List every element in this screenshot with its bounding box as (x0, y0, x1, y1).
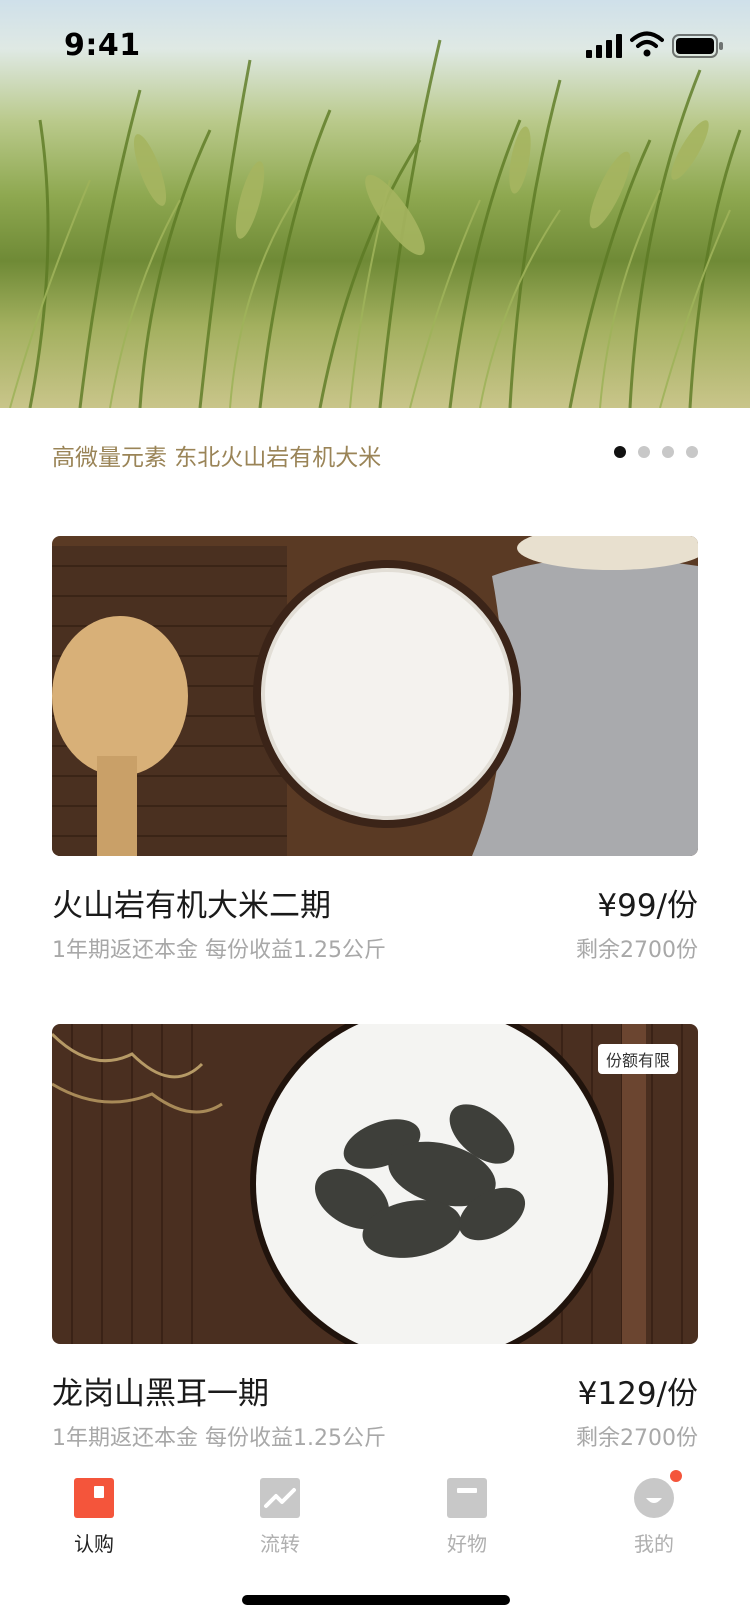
pagination-dot-1[interactable] (614, 446, 626, 458)
tab-goods[interactable]: 好物 (407, 1460, 527, 1570)
profile-icon (634, 1478, 674, 1518)
wifi-icon (630, 31, 664, 57)
product-subtitle: 1年期返还本金 每份收益1.25公斤 (52, 938, 386, 963)
pagination-dot-4[interactable] (686, 446, 698, 458)
goods-icon (447, 1478, 487, 1518)
pagination-dot-2[interactable] (638, 446, 650, 458)
home-indicator[interactable] (242, 1595, 510, 1605)
product-image-black-fungus[interactable]: 份额有限 (52, 1024, 698, 1344)
banner-caption[interactable]: 高微量元素 东北火山岩有机大米 (52, 438, 381, 472)
tab-subscribe[interactable]: 认购 (34, 1460, 154, 1570)
product-remaining: 剩余2700份 (576, 938, 698, 963)
product-price: ¥129/份 (577, 1376, 698, 1412)
tab-profile[interactable]: 我的 (594, 1460, 714, 1570)
product-title[interactable]: 龙岗山黑耳一期 (52, 1368, 269, 1413)
trend-icon (260, 1478, 300, 1518)
cellular-signal-icon (586, 34, 622, 58)
rice-bowl-illustration (52, 536, 698, 856)
product-price: ¥99/份 (597, 888, 698, 924)
product-image-rice[interactable] (52, 536, 698, 856)
banner-pagination[interactable] (614, 446, 704, 458)
tab-label: 认购 (74, 1532, 114, 1556)
product-remaining: 剩余2700份 (576, 1426, 698, 1451)
subscribe-icon (74, 1478, 114, 1518)
product-title[interactable]: 火山岩有机大米二期 (52, 880, 331, 925)
status-bar: 9:41 (0, 0, 750, 88)
tab-label: 好物 (447, 1532, 487, 1556)
tab-label: 流转 (260, 1532, 300, 1556)
notification-badge (670, 1470, 682, 1482)
limited-quota-badge: 份额有限 (597, 1044, 678, 1074)
tab-trend[interactable]: 流转 (220, 1460, 340, 1570)
product-subtitle: 1年期返还本金 每份收益1.25公斤 (52, 1426, 386, 1451)
pagination-dot-3[interactable] (662, 446, 674, 458)
tab-label: 我的 (634, 1532, 674, 1556)
status-time: 9:41 (64, 28, 141, 63)
battery-icon (672, 34, 723, 58)
